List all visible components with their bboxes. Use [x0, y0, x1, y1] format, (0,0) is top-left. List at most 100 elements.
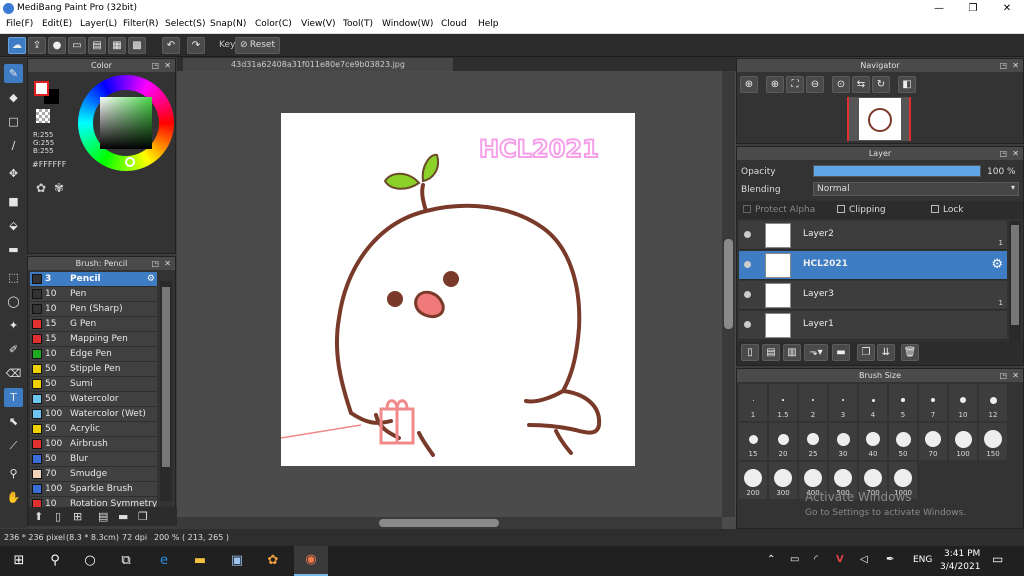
hue-wheel[interactable]	[78, 75, 174, 171]
brush-size-cell[interactable]: 15	[739, 423, 767, 460]
menu-help[interactable]: Help	[478, 19, 499, 29]
clock-date[interactable]: 3/4/2021	[940, 562, 980, 572]
minimize-button[interactable]: —	[922, 0, 956, 17]
gear-icon[interactable]: ⚙	[147, 272, 155, 286]
brush-item[interactable]: 100 Airbrush	[30, 437, 157, 452]
brush-size-cell[interactable]: 4	[859, 384, 887, 421]
pages-icon[interactable]: ▦	[108, 37, 126, 54]
brush-tool-icon[interactable]: ∕	[4, 136, 23, 155]
edge-icon[interactable]: e	[155, 552, 173, 570]
eraser-tool-icon[interactable]: ◆	[4, 88, 23, 107]
brush-item[interactable]: 50 Blur	[30, 452, 157, 467]
brush-size-cell[interactable]: 25	[799, 423, 827, 460]
opacity-slider[interactable]	[813, 165, 981, 177]
volume-icon[interactable]: ◁	[860, 554, 868, 565]
brush-size-cell[interactable]: 5	[889, 384, 917, 421]
brush-size-cell[interactable]: 200	[739, 462, 767, 499]
brush-item[interactable]: 50 Watercolor	[30, 392, 157, 407]
brush-scrollbar[interactable]	[160, 281, 172, 501]
new-8bit-layer-icon[interactable]: ▥	[783, 344, 801, 361]
brush-item[interactable]: 10 Pen (Sharp)	[30, 302, 157, 317]
hand-tool-icon[interactable]: ✋	[4, 488, 23, 507]
gear-icon[interactable]: ⚙	[991, 257, 1003, 272]
select-rect-tool-icon[interactable]: ⬚	[4, 268, 23, 287]
battery-icon[interactable]: ▭	[790, 554, 799, 565]
bucket-tool-icon[interactable]: ⬙	[4, 216, 23, 235]
close-icon[interactable]: ✕	[164, 257, 171, 270]
brush-item[interactable]: 10 Edge Pen	[30, 347, 157, 362]
comment-icon[interactable]: ●	[48, 37, 66, 54]
chevron-up-icon[interactable]: ⌃	[767, 554, 775, 565]
float-icon[interactable]: ◳	[151, 257, 159, 270]
layer-folder-icon[interactable]: ▬	[832, 344, 850, 361]
select-eraser-tool-icon[interactable]: ⌫	[4, 364, 23, 383]
task-view-icon[interactable]: ⧉	[117, 552, 135, 570]
gradient-tool-icon[interactable]: ▬	[4, 240, 23, 259]
new-halftone-layer-icon[interactable]: ▤	[762, 344, 780, 361]
brush-item[interactable]: 50 Stipple Pen	[30, 362, 157, 377]
pen-icon[interactable]: ✒	[886, 554, 894, 565]
brush-size-cell[interactable]: 30	[829, 423, 857, 460]
brush-item[interactable]: 50 Sumi	[30, 377, 157, 392]
palette-icon[interactable]: ✿	[36, 181, 46, 195]
duplicate-layer-icon[interactable]: ❐	[857, 344, 875, 361]
message-icon[interactable]: ▭	[68, 37, 86, 54]
brush-size-cell[interactable]: 300	[769, 462, 797, 499]
store-icon[interactable]: ▣	[228, 552, 246, 570]
language-indicator[interactable]: ENG	[913, 555, 932, 565]
clock-time[interactable]: 3:41 PM	[944, 549, 980, 559]
brush-detail-icon[interactable]: ▤	[98, 510, 108, 523]
brush-size-cell[interactable]: 3	[829, 384, 857, 421]
rotate-reset-icon[interactable]: ⊙	[832, 76, 850, 93]
lasso-tool-icon[interactable]: ◯	[4, 292, 23, 311]
share-icon[interactable]: ⇪	[28, 37, 46, 54]
medibang-taskbar-icon[interactable]: ◉	[294, 546, 328, 576]
document-tab[interactable]: 43d31a62408a31f011e80e7ce9b03823.jpg	[183, 58, 453, 71]
select-pen-tool-icon[interactable]: ✐	[4, 340, 23, 359]
maximize-button[interactable]: ❐	[956, 0, 990, 17]
divide-tool-icon[interactable]: ⟋	[4, 436, 23, 455]
file-explorer-icon[interactable]: ▬	[191, 552, 209, 570]
undo-icon[interactable]: ↶	[162, 37, 180, 54]
eye-icon[interactable]	[744, 261, 751, 268]
brush-item[interactable]: 100 Watercolor (Wet)	[30, 407, 157, 422]
close-icon[interactable]: ✕	[1012, 59, 1019, 72]
fill-rect-tool-icon[interactable]: ■	[4, 192, 23, 211]
grid-icon[interactable]: ▩	[128, 37, 146, 54]
menu-view[interactable]: View(V)	[301, 19, 336, 29]
pencil-tool-icon[interactable]: ✎	[4, 64, 23, 83]
canvas-paper[interactable]: HCL2021	[280, 113, 635, 466]
layer-scrollbar[interactable]	[1009, 221, 1021, 341]
brush-size-cell[interactable]: 70	[919, 423, 947, 460]
new-brush-icon[interactable]: ▯	[55, 510, 61, 523]
layer-row[interactable]: HCL2021 ⚙	[739, 251, 1007, 280]
layer-row[interactable]: Layer3 1	[739, 281, 1007, 310]
brush-size-cell[interactable]: 20	[769, 423, 797, 460]
brush-item[interactable]: 50 Acrylic	[30, 422, 157, 437]
search-icon[interactable]: ⚲	[46, 552, 64, 570]
cortana-icon[interactable]: ○	[81, 552, 99, 570]
menu-cloud[interactable]: Cloud	[441, 19, 467, 29]
close-icon[interactable]: ✕	[1012, 369, 1019, 382]
paint-app-icon[interactable]: ✿	[264, 552, 282, 570]
vertical-scroll-thumb[interactable]	[724, 239, 733, 329]
zoom-out-icon[interactable]: ⊖	[806, 76, 824, 93]
clipping-checkbox[interactable]	[837, 205, 845, 213]
delete-layer-icon[interactable]: 🗑	[901, 344, 919, 361]
flip-icon[interactable]: ⇆	[852, 76, 870, 93]
brush-item[interactable]: 3 Pencil ⚙	[30, 272, 157, 287]
menu-window[interactable]: Window(W)	[382, 19, 433, 29]
blending-select[interactable]: Normal ▾	[813, 182, 1019, 196]
close-icon[interactable]: ✕	[1012, 147, 1019, 160]
brush-size-cell[interactable]: 1.5	[769, 384, 797, 421]
add-layer-menu-icon[interactable]: ⬎▾	[804, 344, 828, 361]
foreground-color-swatch[interactable]	[34, 81, 49, 96]
zoom-plus-icon[interactable]: ⊕	[766, 76, 784, 93]
antivirus-icon[interactable]: V	[836, 554, 844, 565]
vertical-scrollbar[interactable]	[722, 71, 735, 517]
float-icon[interactable]: ◳	[999, 369, 1007, 382]
reset-button[interactable]: ⊘ Reset	[235, 37, 280, 54]
horizontal-scrollbar[interactable]	[177, 517, 722, 529]
brush-copy-icon[interactable]: ❐	[138, 510, 148, 523]
layer-row[interactable]: Layer2 1	[739, 221, 1007, 250]
